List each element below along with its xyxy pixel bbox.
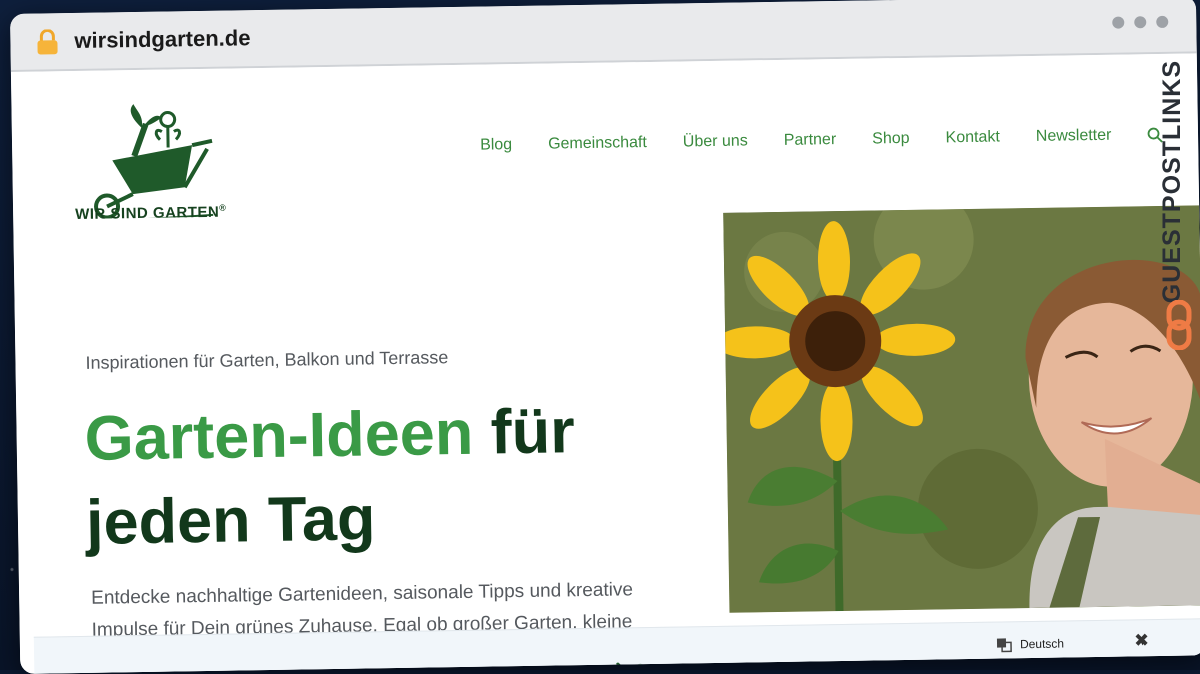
headline-highlight: Garten-Ideen [84, 397, 474, 474]
window-dot[interactable] [1156, 15, 1169, 28]
nav-item-newsletter[interactable]: Newsletter [1036, 127, 1112, 146]
close-icon[interactable]: ✖ [1134, 630, 1149, 651]
guestpostlinks-watermark: GUESTPOSTLINKS [1158, 60, 1186, 304]
window-dot[interactable] [1134, 16, 1147, 29]
logo-wordmark: WIR SIND GARTEN® [75, 203, 227, 223]
nav-item-blog[interactable]: Blog [480, 136, 512, 155]
nav-item-kontakt[interactable]: Kontakt [945, 128, 1000, 147]
registered-mark: ® [219, 202, 227, 213]
wheelbarrow-logo-icon[interactable] [71, 97, 223, 220]
language-label: Deutsch [1019, 636, 1065, 652]
translate-icon [996, 638, 1012, 653]
page-content: WIR SIND GARTEN® Blog Gemeinschaft Über … [10, 53, 1200, 674]
main-navigation: Blog Gemeinschaft Über uns Partner Shop … [480, 126, 1164, 155]
window-dot[interactable] [1112, 16, 1125, 29]
hero-headline: Garten-Ideen für jeden Tag [84, 387, 727, 565]
sunflower-woman-illustration [723, 205, 1200, 613]
nav-item-ueber-uns[interactable]: Über uns [683, 132, 748, 151]
address-bar[interactable]: wirsindgarten.de [74, 25, 250, 54]
nav-item-shop[interactable]: Shop [872, 130, 910, 149]
lock-icon [37, 29, 58, 55]
nav-item-gemeinschaft[interactable]: Gemeinschaft [548, 134, 647, 154]
logo-text: WIR SIND GARTEN [75, 203, 220, 224]
hero-eyebrow: Inspirationen für Garten, Balkon und Ter… [85, 347, 449, 373]
browser-window: wirsindgarten.de WIR SIND GARTEN® Blog G… [10, 0, 1200, 674]
chain-link-icon [1166, 300, 1192, 350]
language-selector[interactable]: Deutsch ▼ [996, 634, 1147, 653]
nav-item-partner[interactable]: Partner [784, 131, 837, 150]
window-controls [1112, 15, 1169, 29]
hero-image [723, 205, 1200, 613]
